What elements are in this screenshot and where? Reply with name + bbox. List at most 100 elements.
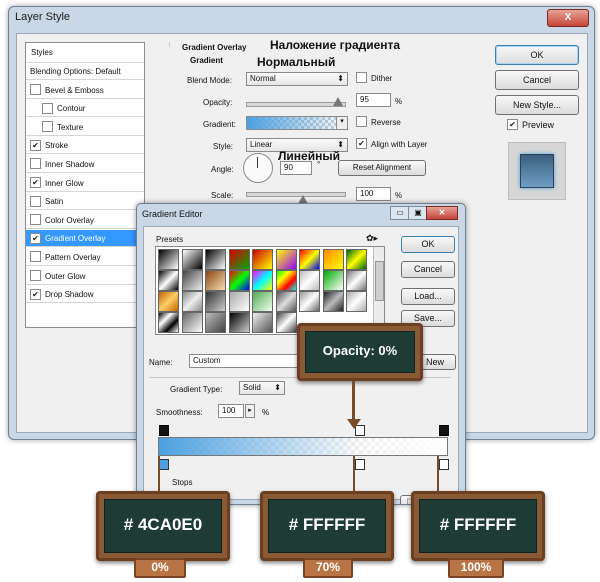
styles-item[interactable]: ✔ Drop Shadow — [26, 286, 144, 304]
preset-swatch[interactable] — [322, 270, 344, 291]
preset-swatch[interactable] — [158, 312, 179, 333]
preset-swatch[interactable] — [299, 249, 320, 270]
styles-item[interactable]: Bevel & Emboss — [26, 82, 144, 99]
styles-item[interactable]: ✔ Stroke — [26, 137, 144, 155]
gradient-bar[interactable] — [158, 437, 448, 456]
preset-swatch[interactable] — [252, 312, 273, 333]
align-with-layer-checkbox[interactable]: ✔ Align with Layer — [356, 138, 427, 150]
preset-swatch[interactable] — [181, 312, 203, 333]
checkbox-icon[interactable] — [30, 269, 41, 281]
preset-swatch[interactable] — [252, 270, 273, 291]
editor-ok-button[interactable]: OK — [401, 236, 455, 253]
preset-swatch[interactable] — [275, 312, 297, 333]
opacity-slider-thumb[interactable] — [333, 97, 343, 106]
styles-item[interactable]: Outer Glow — [26, 268, 144, 285]
opacity-stop-start[interactable] — [159, 425, 169, 436]
preset-swatch[interactable] — [205, 312, 226, 333]
gradient-type-select[interactable]: Solid ⬍ — [239, 381, 285, 395]
ok-button[interactable]: OK — [495, 45, 579, 65]
styles-item[interactable]: Contour — [26, 100, 144, 118]
styles-item[interactable]: Inner Shadow — [26, 156, 144, 173]
checkbox-icon[interactable] — [30, 214, 41, 226]
preset-swatch[interactable] — [275, 270, 297, 291]
preset-swatch[interactable] — [228, 249, 250, 270]
styles-item[interactable]: Pattern Overlay — [26, 249, 144, 266]
new-style-button[interactable]: New Style... — [495, 95, 579, 115]
checkbox-icon[interactable] — [42, 102, 53, 114]
preview-checkbox[interactable]: ✔ Preview — [507, 119, 554, 131]
styles-item[interactable]: Blending Options: Default — [26, 63, 144, 80]
styles-item-label: Texture — [57, 122, 84, 132]
checkmark-icon: ✔ — [356, 138, 367, 150]
preset-swatch[interactable] — [252, 249, 273, 270]
preset-swatch[interactable] — [205, 291, 226, 312]
preset-swatch[interactable] — [275, 291, 297, 312]
load-button[interactable]: Load... — [401, 288, 455, 305]
checkbox-icon[interactable] — [30, 195, 41, 207]
preset-swatch[interactable] — [322, 291, 344, 312]
styles-item-label: Outer Glow — [45, 271, 86, 281]
annotation-normal-ru: Нормальный — [257, 55, 336, 69]
dither-checkbox[interactable]: Dither — [356, 72, 392, 84]
preset-swatch[interactable] — [228, 291, 250, 312]
preset-swatch[interactable] — [299, 270, 320, 291]
close-button[interactable]: X — [547, 9, 589, 27]
checkmark-icon[interactable]: ✔ — [30, 139, 41, 151]
restore-icon[interactable]: ▣ — [408, 206, 428, 220]
styles-item[interactable]: Satin — [26, 193, 144, 211]
close-icon[interactable]: ✕ — [426, 206, 458, 220]
editor-cancel-button[interactable]: Cancel — [401, 261, 455, 278]
checkbox-icon[interactable] — [30, 158, 41, 170]
preset-swatch[interactable] — [158, 270, 179, 291]
checkbox-icon[interactable] — [42, 121, 53, 133]
preview-thumbnail — [508, 142, 566, 200]
preset-swatch[interactable] — [346, 291, 367, 312]
chevron-down-icon[interactable]: ▸ — [245, 404, 255, 418]
gradient-editor-title: Gradient Editor — [142, 209, 203, 219]
preset-swatch[interactable] — [252, 291, 273, 312]
preset-swatch[interactable] — [275, 249, 297, 270]
color-stop-mid[interactable] — [355, 459, 365, 470]
preset-swatch[interactable] — [205, 270, 226, 291]
styles-item[interactable]: Color Overlay — [26, 212, 144, 229]
preset-swatch[interactable] — [181, 270, 203, 291]
gear-icon[interactable]: ✿▸ — [366, 233, 378, 244]
styles-item[interactable]: ✔ Inner Glow — [26, 175, 144, 192]
scrollbar-thumb[interactable] — [375, 261, 384, 301]
minimize-icon[interactable]: ▭ — [390, 206, 410, 220]
preset-swatch[interactable] — [158, 249, 179, 270]
checkmark-icon[interactable]: ✔ — [30, 288, 41, 300]
preset-swatch[interactable] — [346, 249, 367, 270]
opacity-input[interactable]: 95 — [356, 93, 391, 107]
reset-alignment-button[interactable]: Reset Alignment — [338, 160, 426, 176]
scale-slider-track[interactable] — [246, 192, 346, 197]
preset-swatch[interactable] — [346, 270, 367, 291]
color-stop-end[interactable] — [439, 459, 449, 470]
checkmark-icon[interactable]: ✔ — [30, 176, 41, 188]
preset-swatch[interactable] — [299, 291, 320, 312]
opacity-stop-end[interactable] — [439, 425, 449, 436]
gradient-preview-swatch[interactable]: ▾ — [246, 116, 348, 130]
preset-swatch[interactable] — [181, 291, 203, 312]
styles-item[interactable]: ✔ Gradient Overlay — [26, 230, 144, 248]
preset-swatch[interactable] — [158, 291, 179, 312]
preset-swatch[interactable] — [181, 249, 203, 270]
preset-swatch[interactable] — [228, 312, 250, 333]
preset-swatch[interactable] — [205, 249, 226, 270]
presets-scrollbar[interactable] — [373, 247, 384, 334]
preset-swatch[interactable] — [322, 249, 344, 270]
cancel-button[interactable]: Cancel — [495, 70, 579, 90]
preset-swatch[interactable] — [228, 270, 250, 291]
reverse-checkbox[interactable]: Reverse — [356, 116, 401, 128]
angle-dial[interactable] — [243, 153, 273, 183]
blend-mode-select[interactable]: Normal ⬍ — [246, 72, 348, 86]
color-stop-start[interactable] — [159, 459, 169, 470]
styles-item[interactable]: Texture — [26, 119, 144, 136]
angle-input[interactable]: 90 — [280, 161, 312, 175]
checkmark-icon[interactable]: ✔ — [30, 232, 41, 244]
scale-input[interactable]: 100 — [356, 187, 391, 201]
checkbox-icon[interactable] — [30, 251, 41, 263]
smoothness-input[interactable]: 100 — [218, 404, 244, 418]
opacity-slider-track[interactable] — [246, 102, 346, 107]
checkbox-icon[interactable] — [30, 83, 41, 95]
